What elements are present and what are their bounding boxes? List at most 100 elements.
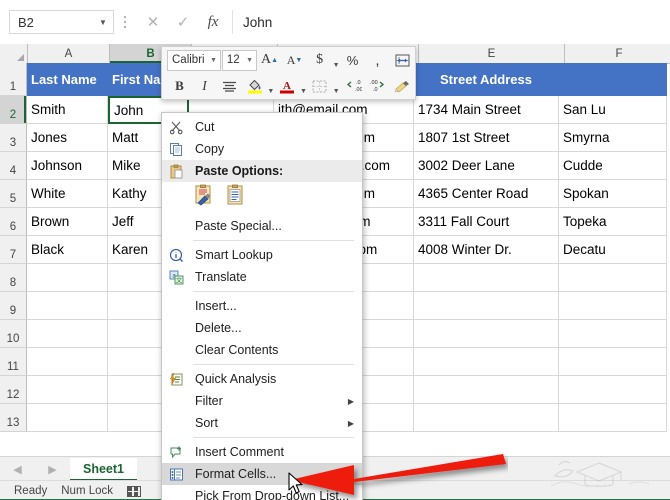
row-header-2[interactable]: 2: [0, 96, 27, 124]
row-header-13[interactable]: 13: [0, 404, 27, 432]
row-header-12[interactable]: 12: [0, 376, 27, 404]
row-header-5[interactable]: 5: [0, 180, 27, 208]
select-all-button[interactable]: [0, 44, 28, 63]
cell-a11[interactable]: [27, 348, 108, 376]
borders-icon[interactable]: [307, 75, 332, 97]
row-header-7[interactable]: 7: [0, 236, 27, 264]
cell-f10[interactable]: [559, 320, 667, 348]
chevron-down-icon[interactable]: ▼: [332, 47, 340, 74]
italic-button[interactable]: I: [192, 75, 217, 97]
cell-a2[interactable]: Smith: [27, 96, 108, 124]
chevron-down-icon[interactable]: ▼: [267, 73, 275, 100]
cell-f1[interactable]: [559, 63, 667, 96]
comma-format-icon[interactable]: ,: [365, 49, 390, 71]
cell-e6[interactable]: 3311 Fall Court: [414, 208, 559, 236]
cell-a3[interactable]: Jones: [27, 124, 108, 152]
menu-item-cut[interactable]: Cut: [162, 116, 362, 138]
name-box[interactable]: B2 ▼: [9, 10, 114, 34]
cell-e12[interactable]: [414, 376, 559, 404]
menu-item-copy[interactable]: Copy: [162, 138, 362, 160]
chevron-down-icon[interactable]: ▼: [207, 57, 220, 64]
chevron-down-icon[interactable]: ▼: [332, 73, 340, 100]
font-size-combo[interactable]: 12 ▼: [221, 49, 258, 71]
cell-f11[interactable]: [559, 348, 667, 376]
menu-item-clear-contents[interactable]: Clear Contents: [162, 339, 362, 361]
increase-decimal-icon[interactable]: .0.00: [340, 75, 365, 97]
cell-f4[interactable]: Cudde: [559, 152, 667, 180]
menu-item-insert-comment[interactable]: Insert Comment: [162, 441, 362, 463]
row-header-10[interactable]: 10: [0, 320, 27, 348]
row-header-9[interactable]: 9: [0, 292, 27, 320]
currency-format-icon[interactable]: $: [307, 49, 332, 71]
cell-a5[interactable]: White: [27, 180, 108, 208]
menu-item-pick-from-dropdown-list[interactable]: Pick From Drop-down List...: [162, 485, 362, 500]
row-header-4[interactable]: 4: [0, 152, 27, 180]
chevron-down-icon[interactable]: ▼: [243, 57, 256, 64]
column-header-f[interactable]: F: [565, 44, 670, 63]
cell-a9[interactable]: [27, 292, 108, 320]
cell-a4[interactable]: Johnson: [27, 152, 108, 180]
cell-f9[interactable]: [559, 292, 667, 320]
sheet-tab-sheet1[interactable]: Sheet1: [70, 457, 137, 481]
row-header-8[interactable]: 8: [0, 264, 27, 292]
nav-prev-icon[interactable]: ◀: [13, 463, 21, 476]
record-macro-icon[interactable]: [127, 485, 142, 497]
decrease-decimal-icon[interactable]: .00.0: [365, 75, 390, 97]
menu-item-smart-lookup[interactable]: Smart Lookup: [162, 244, 362, 266]
cell-f6[interactable]: Topeka: [559, 208, 667, 236]
close-icon[interactable]: ✕: [138, 10, 168, 34]
nav-next-icon[interactable]: ▶: [48, 463, 56, 476]
cell-e2[interactable]: 1734 Main Street: [414, 96, 559, 124]
cell-e7[interactable]: 4008 Winter Dr.: [414, 236, 559, 264]
font-name-combo[interactable]: Calibri ▼: [167, 49, 221, 71]
cell-f12[interactable]: [559, 376, 667, 404]
cell-e10[interactable]: [414, 320, 559, 348]
menu-item-quick-analysis[interactable]: Quick Analysis: [162, 368, 362, 390]
increase-font-size-icon[interactable]: A ▲: [257, 49, 282, 71]
cell-e1[interactable]: Street Address: [414, 63, 559, 96]
cell-e5[interactable]: 4365 Center Road: [414, 180, 559, 208]
cell-a12[interactable]: [27, 376, 108, 404]
row-header-6[interactable]: 6: [0, 208, 27, 236]
cell-e11[interactable]: [414, 348, 559, 376]
decrease-font-size-icon[interactable]: A ▼: [282, 49, 307, 71]
cell-f8[interactable]: [559, 264, 667, 292]
cell-a10[interactable]: [27, 320, 108, 348]
menu-item-sort[interactable]: Sort ▶: [162, 412, 362, 434]
row-header-11[interactable]: 11: [0, 348, 27, 376]
cell-e8[interactable]: [414, 264, 559, 292]
fill-color-icon[interactable]: [242, 75, 267, 97]
column-header-a[interactable]: A: [28, 44, 110, 63]
cell-e9[interactable]: [414, 292, 559, 320]
menu-item-filter[interactable]: Filter ▶: [162, 390, 362, 412]
paste-values-icon[interactable]: [224, 184, 246, 211]
menu-item-delete[interactable]: Delete...: [162, 317, 362, 339]
font-color-icon[interactable]: A: [275, 75, 300, 97]
column-header-e[interactable]: E: [419, 44, 565, 63]
menu-item-insert[interactable]: Insert...: [162, 295, 362, 317]
cell-a6[interactable]: Brown: [27, 208, 108, 236]
cell-a8[interactable]: [27, 264, 108, 292]
cell-a13[interactable]: [27, 404, 108, 432]
cell-f13[interactable]: [559, 404, 667, 432]
cell-e4[interactable]: 3002 Deer Lane: [414, 152, 559, 180]
menu-item-paste-special[interactable]: Paste Special...: [162, 215, 362, 237]
percent-format-icon[interactable]: %: [340, 49, 365, 71]
cell-e13[interactable]: [414, 404, 559, 432]
paste-keep-source-formatting-icon[interactable]: [193, 184, 215, 211]
bold-button[interactable]: B: [167, 75, 192, 97]
menu-item-translate[interactable]: a文 Translate: [162, 266, 362, 288]
center-align-icon[interactable]: [217, 75, 242, 97]
fx-icon[interactable]: fx: [198, 10, 228, 34]
format-painter-borders-icon[interactable]: [390, 49, 415, 71]
row-header-3[interactable]: 3: [0, 124, 27, 152]
check-icon[interactable]: ✓: [168, 10, 198, 34]
cell-f3[interactable]: Smyrna: [559, 124, 667, 152]
chevron-down-icon[interactable]: ▼: [300, 73, 308, 100]
row-header-1[interactable]: 1: [0, 63, 27, 96]
menu-item-format-cells[interactable]: Format Cells...: [162, 463, 362, 485]
cell-f2[interactable]: San Lu: [559, 96, 667, 124]
cell-a1[interactable]: Last Name: [27, 63, 108, 96]
cell-a7[interactable]: Black: [27, 236, 108, 264]
format-painter-icon[interactable]: [390, 75, 415, 97]
